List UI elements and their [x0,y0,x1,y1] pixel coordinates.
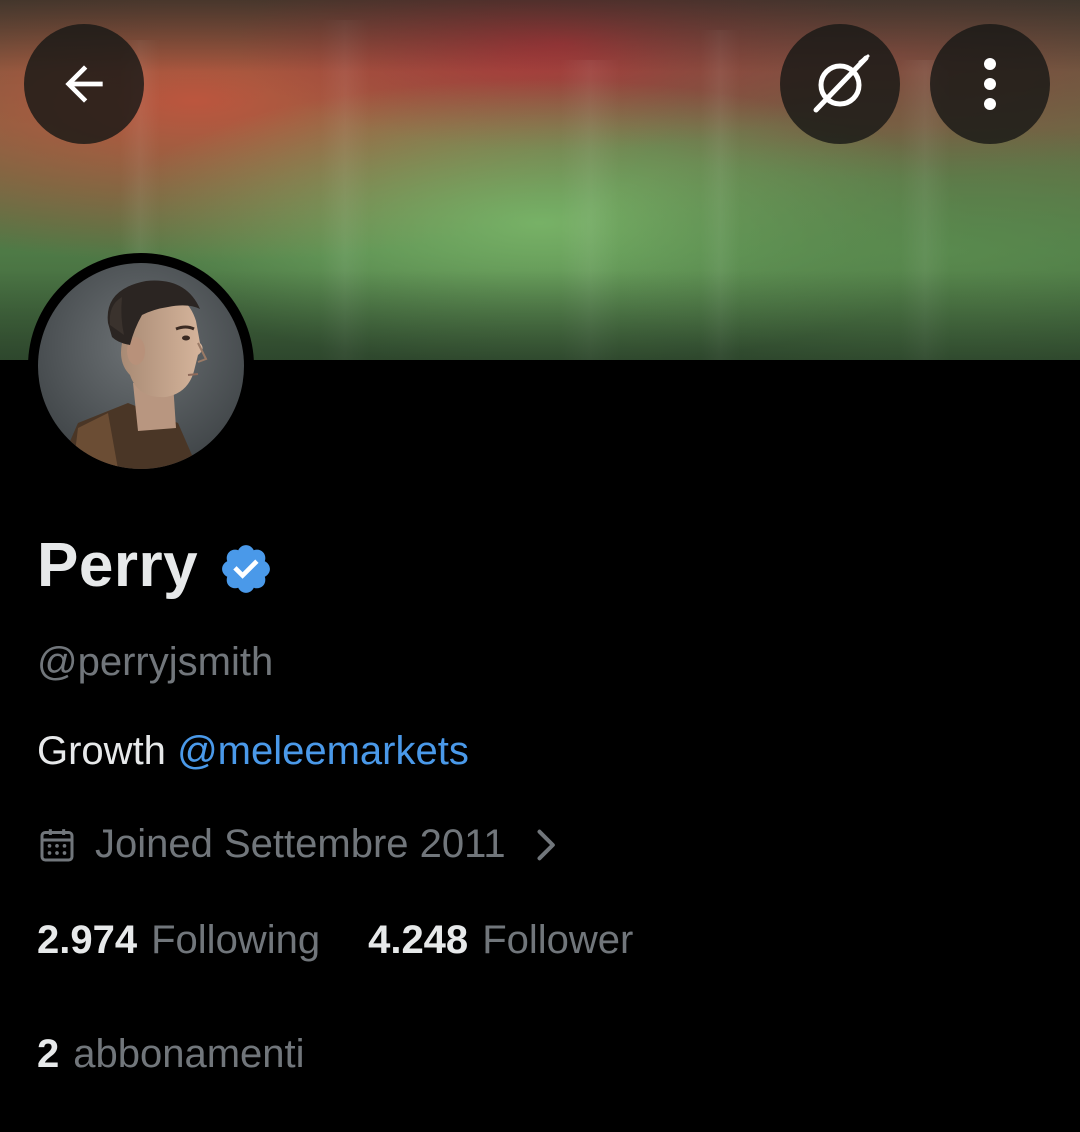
followers-link[interactable]: 4.248 Follower [368,918,633,963]
subscriptions-label: abbonamenti [73,1032,305,1076]
calendar-icon [40,828,74,861]
profile-handle: @perryjsmith [37,640,274,684]
following-label: Following [151,918,321,962]
bio-mention-link[interactable]: @meleemarkets [177,729,469,773]
grok-button[interactable] [780,24,900,144]
arrow-left-icon [65,65,103,103]
following-link[interactable]: 2.974 Following [37,918,320,963]
verified-badge-icon[interactable] [218,541,274,597]
subscriptions-link[interactable]: 2 abbonamenti [37,1032,305,1077]
more-options-button[interactable] [930,24,1050,144]
more-vertical-icon [984,58,996,110]
back-button[interactable] [24,24,144,144]
grok-icon [813,54,870,113]
joined-date-text: Joined Settembre 2011 [95,822,506,866]
joined-date-row[interactable]: Joined Settembre 2011 [37,822,562,867]
profile-page: Perry @perryjsmith Growth @meleemarkets … [0,0,1080,1132]
follower-count: 4.248 [368,918,469,962]
display-name: Perry [37,531,199,600]
profile-bio: Growth @meleemarkets [37,729,469,774]
following-count: 2.974 [37,918,138,962]
avatar[interactable] [38,263,244,469]
avatar-portrait-image [38,263,244,469]
follow-stats: 2.974 Following 4.248 Follower [37,918,633,963]
subscriptions-count: 2 [37,1032,60,1076]
follower-label: Follower [482,918,634,962]
name-row: Perry [37,530,274,601]
chevron-right-icon [537,829,555,860]
bio-text: Growth [37,729,166,773]
